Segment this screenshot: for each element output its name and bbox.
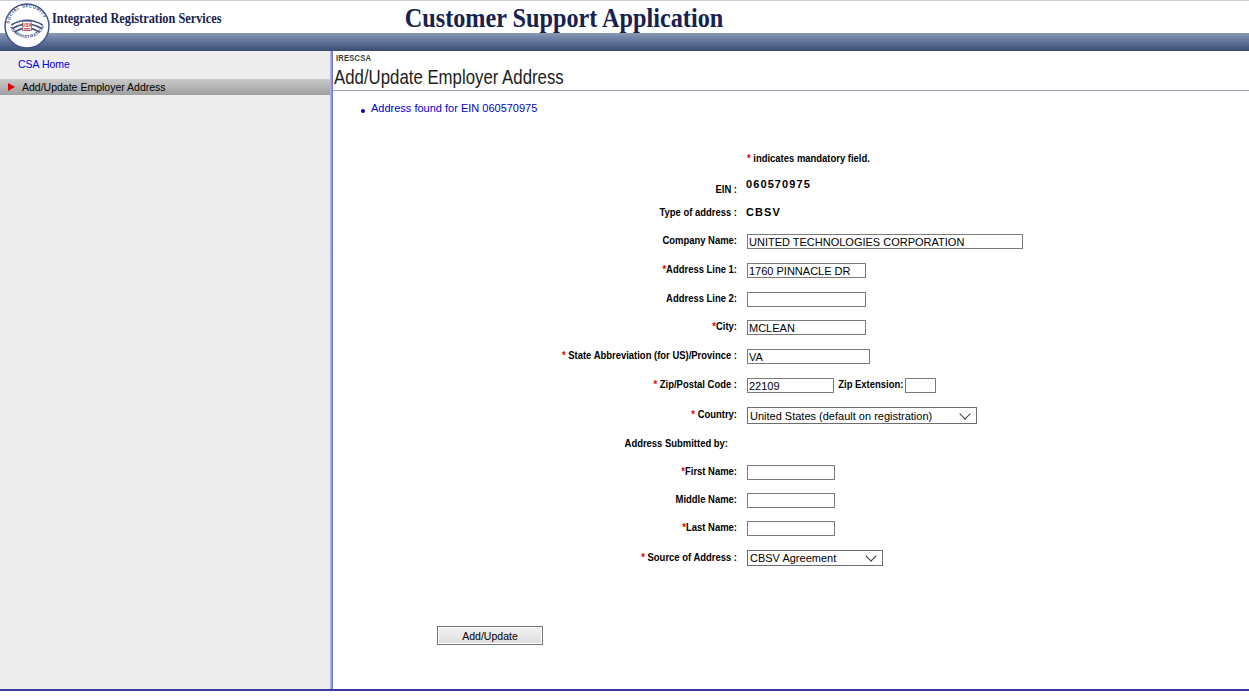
company-name-label: Company Name:: [193, 234, 738, 247]
source-of-address-label: * Source of Address :: [193, 551, 738, 564]
ein-label: EIN :: [193, 183, 738, 196]
content-divider: [330, 51, 333, 689]
address-line-2-input[interactable]: [747, 292, 866, 307]
status-message: Address found for EIN 060570975: [371, 102, 537, 114]
add-update-button[interactable]: Add/Update: [437, 626, 543, 645]
ssa-seal-icon: SOCIAL SECURITY ADMINISTRATION USA: [4, 3, 50, 49]
address-line-1-label: *Address Line 1:: [193, 263, 738, 276]
mandatory-note: * indicates mandatory field.: [747, 152, 870, 164]
zip-input[interactable]: [747, 378, 834, 393]
header-bar: [0, 33, 1249, 51]
middle-name-label: Middle Name:: [193, 493, 738, 506]
country-label: * Country:: [193, 408, 738, 421]
window-top-edge: [0, 0, 1249, 1]
state-input[interactable]: [747, 349, 870, 364]
active-item-arrow-icon: [8, 83, 15, 91]
first-name-input[interactable]: [747, 465, 835, 480]
footer-line: [0, 689, 1249, 691]
zip-extension-input[interactable]: [905, 378, 936, 393]
type-of-address-value: CBSV: [746, 206, 781, 219]
city-input[interactable]: [747, 320, 866, 335]
bullet-icon: [361, 109, 365, 113]
type-of-address-label: Type of address :: [193, 206, 738, 219]
content-heading: Add/Update Employer Address: [334, 65, 564, 89]
last-name-input[interactable]: [747, 521, 835, 536]
zip-label: * Zip/Postal Code :: [193, 378, 738, 391]
last-name-label: *Last Name:: [193, 521, 738, 534]
app-code: IRESCSA: [336, 53, 371, 63]
source-of-address-select[interactable]: CBSV Agreement: [747, 550, 883, 566]
country-select[interactable]: United States (default on registration): [747, 407, 977, 424]
brand-title: Integrated Registration Services: [52, 11, 221, 26]
logo-usa-text: USA: [22, 23, 32, 28]
ein-value: 060570975: [746, 178, 811, 191]
zip-extension-label: Zip Extension:: [838, 378, 903, 391]
city-label: *City:: [193, 320, 738, 333]
sidebar: CSA Home Add/Update Employer Address: [0, 51, 330, 689]
company-name-input[interactable]: [747, 234, 1023, 249]
address-line-1-input[interactable]: [747, 263, 866, 278]
address-submitted-by-label: Address Submitted by:: [192, 437, 728, 450]
page-title: Customer Support Application: [405, 4, 724, 32]
state-label: * State Abbreviation (for US)/Province :: [193, 349, 738, 362]
chevron-down-icon: [865, 550, 876, 561]
address-line-2-label: Address Line 2:: [193, 292, 738, 305]
sidebar-link-csa-home[interactable]: CSA Home: [18, 58, 70, 70]
middle-name-input[interactable]: [747, 493, 835, 508]
chevron-down-icon: [959, 408, 970, 419]
heading-rule: [333, 90, 1249, 91]
first-name-label: *First Name:: [193, 465, 738, 478]
sidebar-item-add-update-employer-address[interactable]: Add/Update Employer Address: [0, 79, 330, 95]
